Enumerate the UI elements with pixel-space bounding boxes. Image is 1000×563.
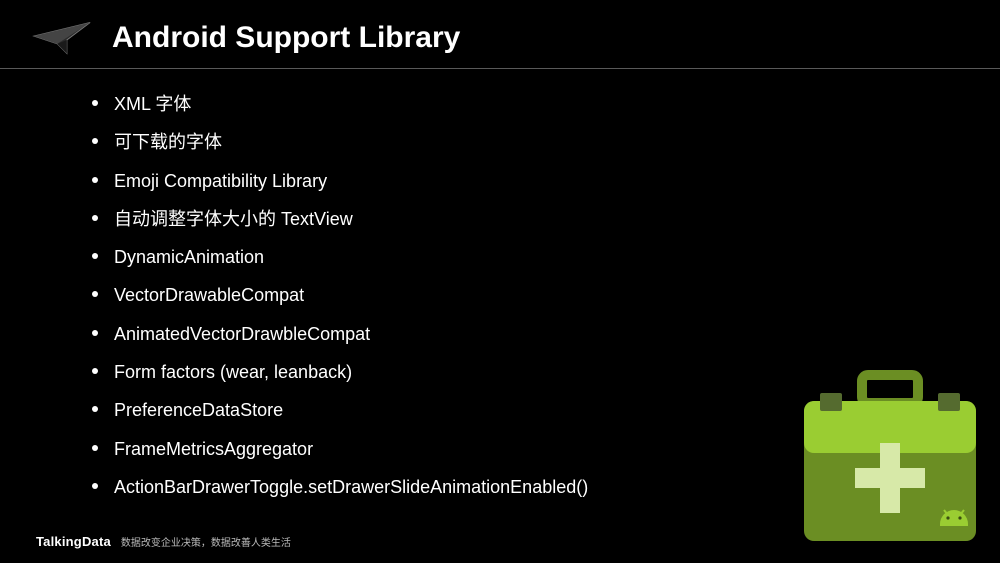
list-item: XML 字体 bbox=[114, 85, 1000, 123]
list-item: AnimatedVectorDrawbleCompat bbox=[114, 315, 1000, 353]
paper-plane-icon bbox=[32, 18, 94, 58]
medical-case-android-icon bbox=[790, 353, 990, 553]
list-item: 自动调整字体大小的 TextView bbox=[114, 200, 1000, 238]
footer: TalkingData 数据改变企业决策，数据改善人类生活 bbox=[36, 534, 291, 549]
list-item: VectorDrawableCompat bbox=[114, 276, 1000, 314]
list-item: DynamicAnimation bbox=[114, 238, 1000, 276]
footer-tagline: 数据改变企业决策，数据改善人类生活 bbox=[121, 534, 291, 549]
list-item: Emoji Compatibility Library bbox=[114, 162, 1000, 200]
footer-brand: TalkingData bbox=[36, 534, 111, 549]
list-item: 可下载的字体 bbox=[114, 123, 1000, 161]
slide-title: Android Support Library bbox=[112, 21, 460, 55]
